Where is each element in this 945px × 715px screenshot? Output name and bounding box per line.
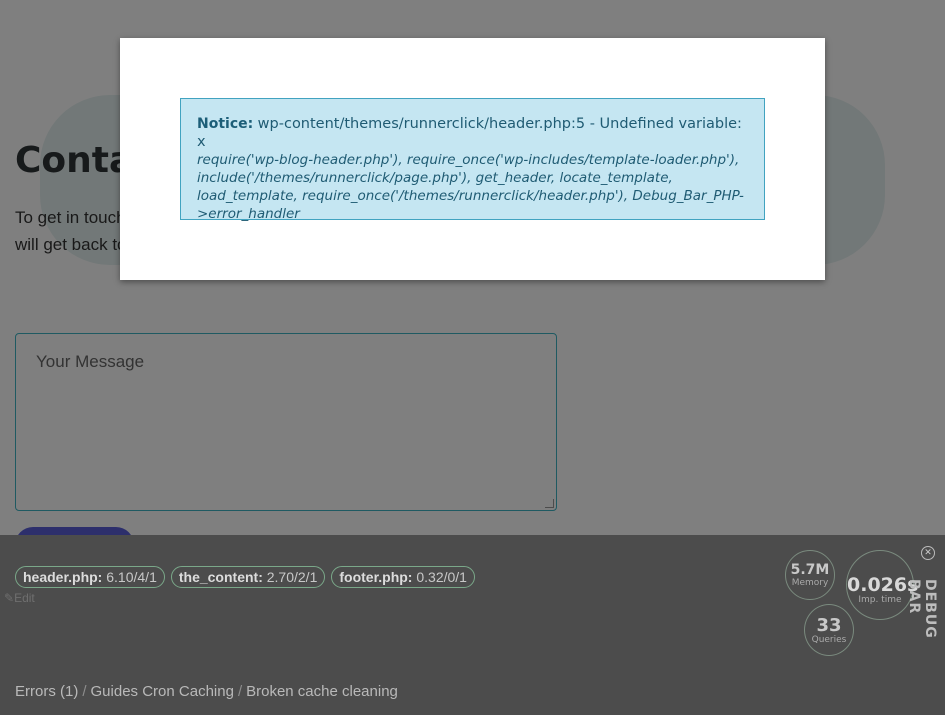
breadcrumb: Errors (1) / Guides Cron Caching / Broken ca… [15, 683, 398, 700]
queries-stat: 33 Queries [804, 604, 854, 656]
notice-stack-trace: require('wp-blog-header.php'), require_o… [197, 152, 744, 222]
notice-message: wp-content/themes/runnerclick/header.php… [197, 116, 742, 150]
breadcrumb-errors[interactable]: Errors (1) [15, 683, 78, 700]
time-stat: 0.026s Imp. time [846, 550, 918, 620]
php-notice: Notice: wp-content/themes/runnerclick/he… [180, 98, 765, 222]
notice-label: Notice: [197, 116, 254, 132]
debug-bar-label[interactable]: DEBUG BAR [906, 579, 938, 679]
breadcrumb-cache-cleaning[interactable]: Broken cache cleaning [246, 683, 398, 700]
error-modal: Notice: wp-content/themes/runnerclick/he… [120, 38, 825, 280]
pencil-icon: ✎ [4, 591, 15, 605]
breadcrumb-cron-caching[interactable]: Guides Cron Caching [91, 683, 234, 700]
timing-pill-footer[interactable]: footer.php: 0.32/0/1 [331, 566, 475, 588]
template-timings: header.php: 6.10/4/1 the_content: 2.70/2… [15, 566, 475, 588]
timing-pill-content[interactable]: the_content: 2.70/2/1 [170, 566, 326, 588]
timing-pill-header[interactable]: header.php: 6.10/4/1 [15, 566, 165, 588]
edit-link[interactable]: ✎Edit [4, 591, 35, 605]
debug-bar: header.php: 6.10/4/1 the_content: 2.70/2… [0, 535, 945, 715]
memory-stat: 5.7M Memory [785, 550, 835, 600]
close-icon[interactable]: ✕ [921, 546, 935, 560]
